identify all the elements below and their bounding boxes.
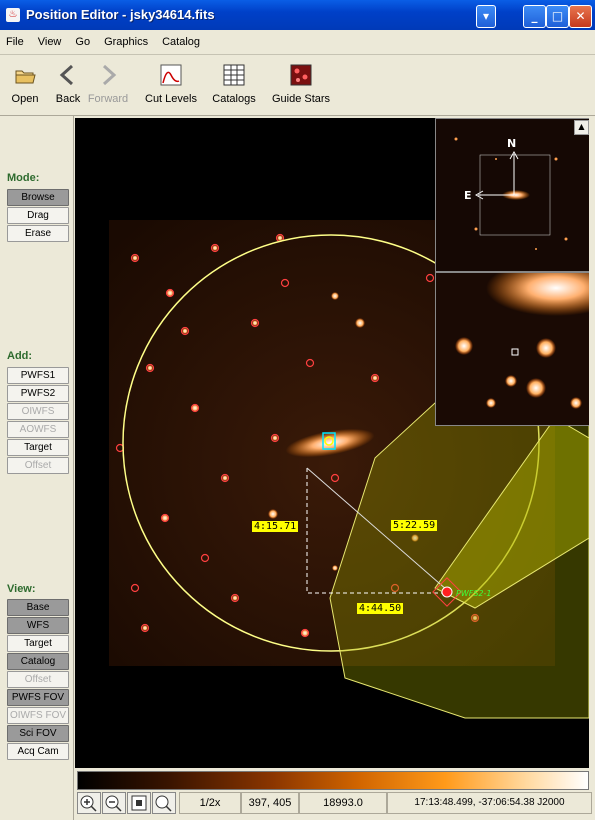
view-sci-fov-toggle[interactable]: Sci FOV: [7, 725, 69, 742]
view-wfs-toggle[interactable]: WFS: [7, 617, 69, 634]
zoom-out-button[interactable]: [102, 792, 126, 814]
back-arrow-icon: [56, 63, 80, 87]
maximize-button[interactable]: □: [546, 5, 569, 28]
catalogs-button[interactable]: Catalogs: [210, 63, 258, 105]
thumbnail-collapse-button[interactable]: ▲: [574, 120, 589, 135]
view-offset-toggle[interactable]: Offset: [7, 671, 69, 688]
menu-catalog[interactable]: Catalog: [156, 30, 208, 48]
distance-label-2: 5:22.59: [391, 520, 438, 531]
view-acq-cam-toggle[interactable]: Acq Cam: [7, 743, 69, 760]
compass-north-label: N: [507, 137, 517, 150]
window-title: Position Editor - jsky34614.fits: [26, 7, 215, 22]
back-button[interactable]: Back: [53, 63, 83, 105]
view-label: View:: [7, 583, 36, 595]
distance-label-1: 4:15.71: [252, 521, 299, 532]
zoom-fit-button[interactable]: [127, 792, 151, 814]
cut-levels-button[interactable]: Cut Levels: [143, 63, 199, 105]
guide-star-marker[interactable]: [441, 586, 453, 598]
status-bar: 1/2x 397, 405 18993.0 17:13:48.499, -37:…: [75, 790, 595, 816]
view-target-toggle[interactable]: Target: [7, 635, 69, 652]
add-label: Add:: [7, 350, 33, 362]
toolbar: Open Back Forward Cut Levels Catalogs Gu…: [0, 55, 595, 116]
forward-button[interactable]: Forward: [86, 63, 130, 105]
zoom-in-icon: [80, 795, 97, 812]
add-oiwfs-button[interactable]: OIWFS: [7, 403, 69, 420]
zoom-actual-button[interactable]: [152, 792, 176, 814]
pixel-value: 18993.0: [299, 792, 387, 814]
pan-thumbnail[interactable]: N E: [435, 118, 589, 272]
mode-browse-button[interactable]: Browse: [7, 189, 69, 206]
view-catalog-toggle[interactable]: Catalog: [7, 653, 69, 670]
add-pwfs1-button[interactable]: PWFS1: [7, 367, 69, 384]
mode-label: Mode:: [7, 172, 40, 184]
world-coordinates: 17:13:48.499, -37:06:54.38 J2000: [387, 792, 592, 814]
app-icon: ♨: [6, 8, 20, 22]
menu-graphics[interactable]: Graphics: [98, 30, 156, 48]
guide-stars-button[interactable]: Guide Stars: [270, 63, 332, 105]
zoom-level: 1/2x: [179, 792, 241, 814]
view-pwfs-fov-toggle[interactable]: PWFS FOV: [7, 689, 69, 706]
view-base-toggle[interactable]: Base: [7, 599, 69, 616]
forward-arrow-icon: [96, 63, 120, 87]
menu-view[interactable]: View: [32, 30, 70, 48]
histogram-icon: [159, 63, 183, 87]
menu-dropdown-button[interactable]: ▾: [476, 5, 496, 28]
add-pwfs2-button[interactable]: PWFS2: [7, 385, 69, 402]
pixel-position: 397, 405: [241, 792, 299, 814]
zoom-out-icon: [105, 795, 122, 812]
mode-drag-button[interactable]: Drag: [7, 207, 69, 224]
image-display[interactable]: 4:15.71 5:22.59 4:44.50 PWFS2-1 N E: [75, 118, 589, 768]
title-bar: ♨ Position Editor - jsky34614.fits ▾ _ □…: [0, 0, 595, 30]
minimize-button[interactable]: _: [523, 5, 546, 28]
add-target-button[interactable]: Target: [7, 439, 69, 456]
close-button[interactable]: ✕: [569, 5, 592, 28]
guide-star-label: PWFS2-1: [456, 589, 492, 598]
magnify-icon: [155, 795, 172, 812]
add-aowfs-button[interactable]: AOWFS: [7, 421, 69, 438]
compass-east-label: E: [464, 189, 472, 202]
table-icon: [222, 63, 246, 87]
magnifier-view: [435, 272, 589, 426]
open-button[interactable]: Open: [10, 63, 40, 105]
guide-stars-icon: [289, 63, 313, 87]
fit-icon: [131, 795, 147, 811]
view-oiwfs-fov-toggle[interactable]: OIWFS FOV: [7, 707, 69, 724]
menu-file[interactable]: File: [0, 30, 32, 48]
menu-bar: File View Go Graphics Catalog: [0, 30, 595, 55]
distance-label-3: 4:44.50: [357, 603, 404, 614]
menu-go[interactable]: Go: [69, 30, 98, 48]
colormap-bar[interactable]: [77, 771, 589, 790]
left-control-panel: Mode: Browse Drag Erase Add: PWFS1 PWFS2…: [0, 116, 74, 820]
add-offset-button[interactable]: Offset: [7, 457, 69, 474]
folder-icon: [13, 63, 37, 87]
zoom-in-button[interactable]: [77, 792, 101, 814]
magnifier-cursor: [511, 348, 519, 356]
mode-erase-button[interactable]: Erase: [7, 225, 69, 242]
